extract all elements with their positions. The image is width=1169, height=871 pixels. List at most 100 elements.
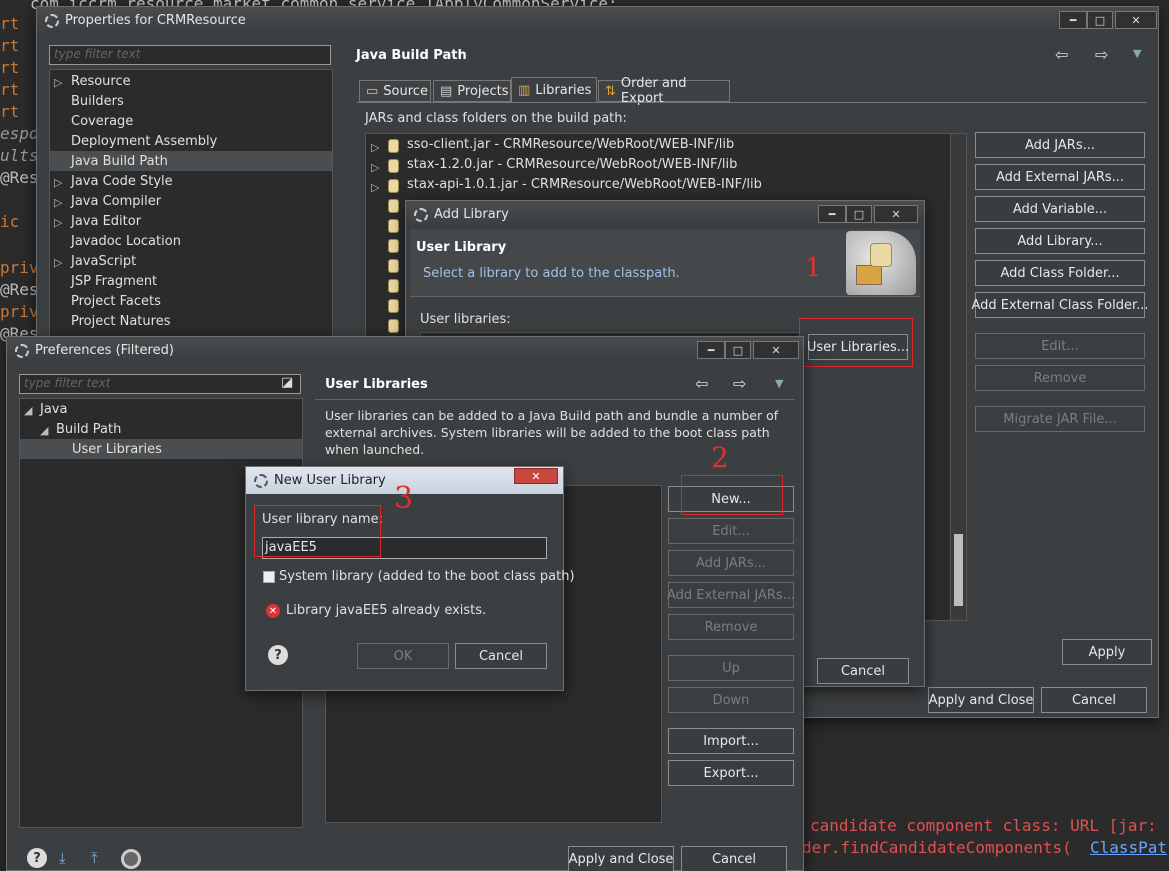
close-button[interactable]: ✕ — [874, 205, 918, 223]
expand-icon[interactable]: ▷ — [371, 141, 379, 154]
order-icon: ⇅ — [605, 83, 616, 99]
close-button[interactable]: ✕ — [514, 468, 558, 484]
ok-button[interactable]: OK — [357, 643, 449, 669]
tree-item[interactable]: JSP Fragment — [71, 274, 157, 289]
tab-order-export[interactable]: ⇅ Order and Export — [598, 76, 730, 106]
remove-button[interactable]: Remove — [668, 614, 794, 640]
import-button[interactable]: Import... — [668, 728, 794, 754]
export-button[interactable]: Export... — [668, 760, 794, 786]
export-preferences-icon[interactable]: ⤒ — [91, 849, 98, 867]
maximize-button[interactable]: □ — [846, 205, 872, 223]
cancel-button[interactable]: Cancel — [1041, 687, 1147, 713]
filter-input[interactable]: type filter text — [19, 374, 301, 394]
expand-icon[interactable]: ▷ — [54, 216, 62, 229]
tree-item[interactable]: JavaScript — [71, 254, 136, 269]
clear-filter-icon[interactable]: ◪ — [281, 375, 293, 390]
add-class-folder-button[interactable]: Add Class Folder... — [975, 260, 1145, 286]
gear-icon — [45, 13, 59, 28]
tab-source[interactable]: ▭ Source — [359, 80, 431, 102]
editor-gutter: rt rt rt rt rt espo ults @Res ic priv @R… — [0, 14, 39, 343]
edit-button[interactable]: Edit... — [668, 518, 794, 544]
maximize-button[interactable]: □ — [1087, 11, 1113, 29]
tree-item[interactable]: Java Code Style — [71, 174, 173, 189]
tree-item[interactable]: Project Facets — [71, 294, 161, 309]
add-external-jars-button[interactable]: Add External JARs... — [975, 164, 1145, 190]
jar-item[interactable]: stax-api-1.0.1.jar - CRMResource/WebRoot… — [407, 177, 762, 192]
tree-item-java[interactable]: Java — [40, 402, 67, 417]
annotation-box-1 — [799, 318, 913, 367]
system-library-label[interactable]: System library (added to the boot class … — [279, 569, 575, 584]
import-preferences-icon[interactable]: ⤓ — [59, 849, 66, 867]
error-message: Library javaEE5 already exists. — [286, 603, 487, 618]
back-arrow-icon[interactable]: ⇦ — [695, 374, 708, 393]
remove-button[interactable]: Remove — [975, 365, 1145, 391]
tree-item[interactable]: Javadoc Location — [71, 234, 181, 249]
wizard-banner: User Library Select a library to add to … — [410, 229, 920, 297]
migrate-jar-button[interactable]: Migrate JAR File... — [975, 406, 1145, 432]
add-external-class-folder-button[interactable]: Add External Class Folder... — [971, 292, 1149, 318]
back-arrow-icon[interactable]: ⇦ — [1055, 45, 1068, 64]
forward-arrow-icon[interactable]: ⇨ — [733, 374, 746, 393]
forward-arrow-icon[interactable]: ⇨ — [1095, 45, 1108, 64]
jar-icon — [388, 219, 399, 233]
apply-button[interactable]: Apply — [1062, 639, 1152, 665]
tree-item[interactable]: Java Editor — [71, 214, 141, 229]
expand-icon[interactable]: ▷ — [54, 76, 62, 89]
apply-and-close-button[interactable]: Apply and Close — [928, 687, 1034, 713]
tree-item[interactable]: Resource — [71, 74, 131, 89]
error-icon: ✕ — [266, 604, 280, 618]
tree-item[interactable]: Coverage — [71, 114, 133, 129]
menu-chevron-icon[interactable]: ▼ — [775, 377, 783, 390]
expand-icon[interactable]: ▷ — [371, 181, 379, 194]
tree-item[interactable]: Java Compiler — [71, 194, 161, 209]
preferences-titlebar[interactable]: Preferences (Filtered) — [7, 337, 803, 364]
menu-chevron-icon[interactable]: ▼ — [1133, 47, 1141, 60]
properties-tree: ▷ Resource Builders Coverage Deployment … — [49, 69, 333, 339]
tab-projects[interactable]: ▤ Projects — [433, 80, 511, 102]
add-jars-button[interactable]: Add JARs... — [668, 550, 794, 576]
add-variable-button[interactable]: Add Variable... — [975, 196, 1145, 222]
tab-libraries[interactable]: ▥ Libraries — [511, 77, 597, 102]
record-icon[interactable] — [121, 849, 141, 869]
jar-icon — [388, 259, 399, 273]
collapse-icon[interactable]: ◢ — [24, 404, 32, 417]
tree-item-build-path[interactable]: Build Path — [56, 422, 121, 437]
minimize-button[interactable]: ━ — [818, 205, 846, 223]
expand-icon[interactable]: ▷ — [371, 161, 379, 174]
system-library-checkbox[interactable] — [263, 571, 275, 583]
close-button[interactable]: ✕ — [1115, 11, 1157, 29]
expand-icon[interactable]: ▷ — [54, 256, 62, 269]
edit-button[interactable]: Edit... — [975, 333, 1145, 359]
page-title: User Libraries — [325, 377, 428, 392]
tree-item[interactable]: Deployment Assembly — [71, 134, 217, 149]
close-button[interactable]: ✕ — [753, 341, 799, 359]
expand-icon[interactable]: ▷ — [54, 196, 62, 209]
apply-and-close-button[interactable]: Apply and Close — [568, 846, 674, 871]
jar-item[interactable]: sso-client.jar - CRMResource/WebRoot/WEB… — [407, 137, 734, 152]
wizard-subtitle: Select a library to add to the classpath… — [423, 266, 680, 281]
maximize-button[interactable]: □ — [725, 341, 751, 359]
tree-item-selected[interactable]: Java Build Path — [71, 154, 168, 169]
add-external-jars-button[interactable]: Add External JARs... — [667, 582, 795, 608]
tree-item-user-libraries[interactable]: User Libraries — [72, 442, 162, 457]
cancel-button[interactable]: Cancel — [681, 846, 787, 871]
minimize-button[interactable]: ━ — [1059, 11, 1087, 29]
down-button[interactable]: Down — [668, 687, 794, 713]
help-icon[interactable]: ? — [27, 848, 47, 868]
tree-item[interactable]: Project Natures — [71, 314, 170, 329]
cancel-button[interactable]: Cancel — [455, 643, 547, 669]
filter-input[interactable]: type filter text — [49, 45, 331, 65]
up-button[interactable]: Up — [668, 655, 794, 681]
properties-titlebar[interactable]: Properties for CRMResource — [37, 7, 1158, 34]
minimize-button[interactable]: ━ — [697, 341, 725, 359]
jar-item[interactable]: stax-1.2.0.jar - CRMResource/WebRoot/WEB… — [407, 157, 737, 172]
gear-icon — [254, 473, 268, 488]
tree-item[interactable]: Builders — [71, 94, 124, 109]
help-icon[interactable]: ? — [268, 645, 288, 665]
cancel-button[interactable]: Cancel — [817, 658, 909, 684]
scrollbar[interactable] — [950, 134, 966, 620]
expand-icon[interactable]: ▷ — [54, 176, 62, 189]
add-library-button[interactable]: Add Library... — [975, 228, 1145, 254]
add-jars-button[interactable]: Add JARs... — [975, 132, 1145, 158]
collapse-icon[interactable]: ◢ — [40, 424, 48, 437]
